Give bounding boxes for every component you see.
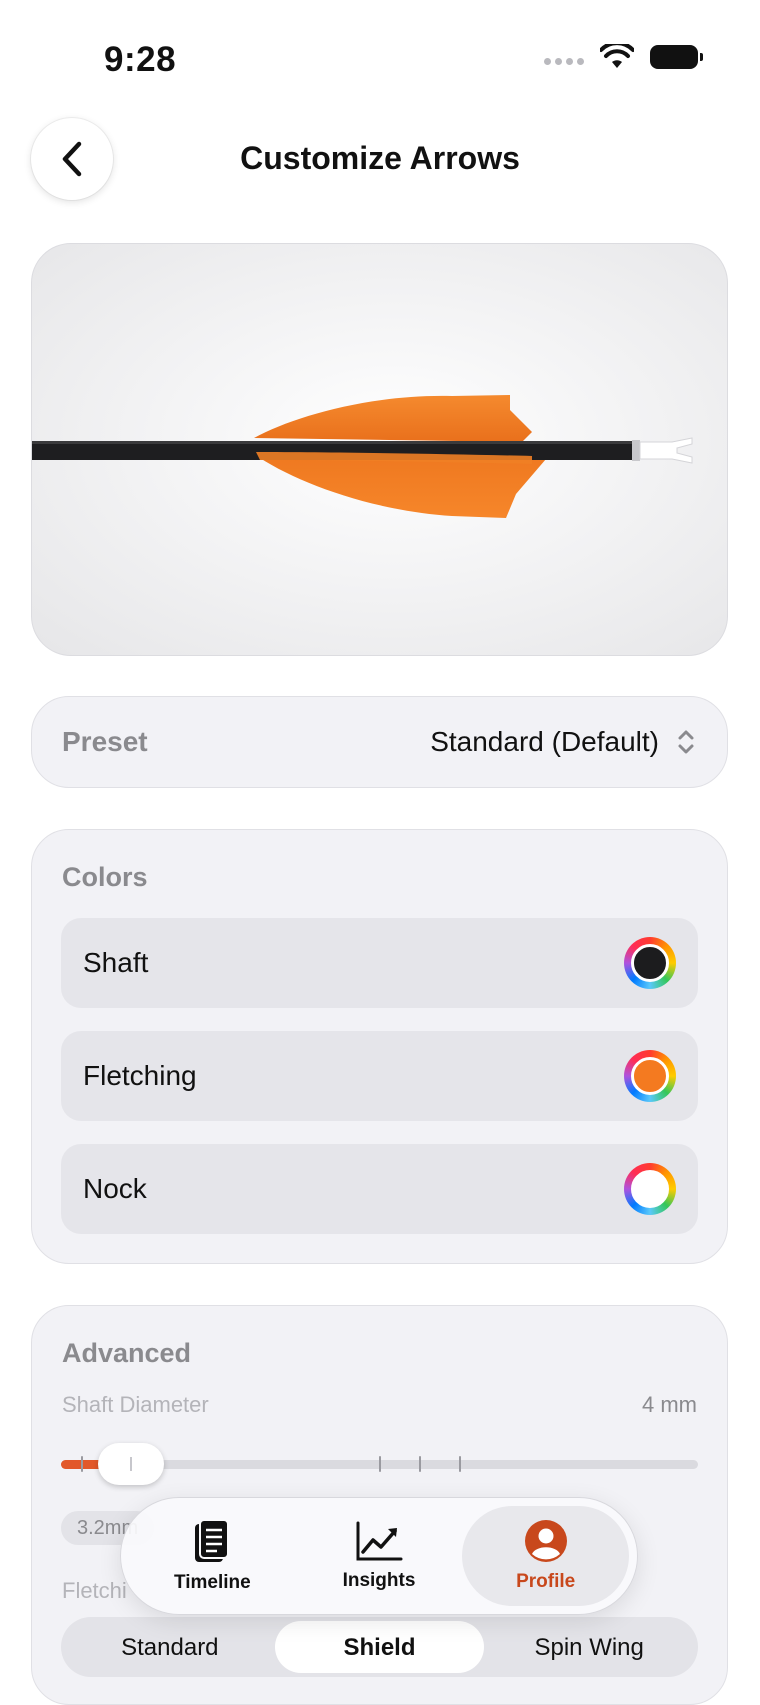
chart-icon <box>356 1521 403 1561</box>
document-icon <box>195 1519 230 1562</box>
color-row-shaft[interactable]: Shaft <box>61 918 698 1008</box>
preset-label: Preset <box>62 726 148 757</box>
tab-label: Timeline <box>173 1572 251 1593</box>
tab-profile[interactable]: Profile <box>462 1506 630 1606</box>
color-row-label: Fletching <box>83 1060 197 1091</box>
segment-spin-wing[interactable]: Spin Wing <box>484 1621 694 1673</box>
slider-thumb[interactable] <box>98 1443 164 1485</box>
shaft-diameter-slider[interactable] <box>61 1443 698 1485</box>
cellular-signal-icon <box>544 57 584 65</box>
fletching-top <box>254 395 532 442</box>
arrow-illustration <box>32 395 693 518</box>
status-icons <box>544 44 703 70</box>
slider-tick <box>459 1456 461 1472</box>
shaft-diameter-value: 4 mm <box>642 1392 697 1417</box>
status-time: 9:28 <box>104 40 177 79</box>
tab-label: Profile <box>516 1571 576 1592</box>
color-picker-nock[interactable] <box>624 1163 676 1215</box>
tab-timeline[interactable]: Timeline <box>129 1506 296 1606</box>
color-picker-shaft[interactable] <box>624 937 676 989</box>
shaft-diameter-label: Shaft Diameter <box>62 1392 209 1417</box>
fletching-label: Fletchi <box>62 1578 127 1603</box>
color-swatch <box>631 1170 669 1208</box>
fletching-segmented-control[interactable]: Standard Shield Spin Wing <box>61 1617 698 1677</box>
slider-tick <box>419 1456 421 1472</box>
slider-tick <box>379 1456 381 1472</box>
color-picker-fletching[interactable] <box>624 1050 676 1102</box>
page-title: Customize Arrows <box>240 140 520 176</box>
color-row-label: Shaft <box>83 947 149 978</box>
segment-shield[interactable]: Shield <box>274 1621 485 1673</box>
color-row-fletching[interactable]: Fletching <box>61 1031 698 1121</box>
advanced-title: Advanced <box>62 1338 192 1368</box>
color-row-nock[interactable]: Nock <box>61 1144 698 1234</box>
tab-insights[interactable]: Insights <box>296 1506 463 1606</box>
wifi-icon <box>600 44 634 68</box>
chevron-up-down-icon <box>678 730 694 754</box>
color-row-label: Nock <box>83 1173 147 1204</box>
preset-selector[interactable]: Preset Standard (Default) <box>31 696 728 788</box>
color-swatch <box>631 1057 669 1095</box>
colors-section: Colors Shaft Fletching Nock <box>31 829 728 1264</box>
person-icon <box>524 1520 567 1562</box>
color-swatch <box>631 944 669 982</box>
colors-title: Colors <box>62 862 148 892</box>
nock <box>639 437 693 464</box>
preset-value[interactable]: Standard (Default) <box>430 726 659 758</box>
tab-label: Insights <box>342 1570 416 1591</box>
battery-icon <box>650 45 703 69</box>
tab-bar: Timeline Insights Profile <box>120 1497 638 1615</box>
arrow-preview[interactable] <box>31 243 728 656</box>
slider-tick <box>81 1456 83 1472</box>
segment-standard[interactable]: Standard <box>65 1621 275 1673</box>
